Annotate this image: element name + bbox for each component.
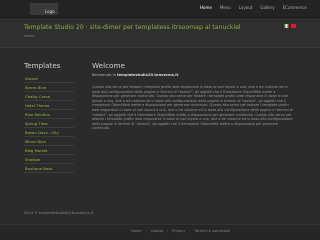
main-nav: Home Menu Layout Gallery ECommerce (199, 4, 308, 11)
sidebar-item-mirror-blue[interactable]: Mirror Blue (24, 137, 74, 146)
top-bar: Logo Home Menu Layout Gallery ECommerce (0, 0, 320, 18)
language-switcher (284, 24, 296, 28)
sidebar-item-chalky-crave[interactable]: Chalky Crave (24, 92, 74, 101)
sidebar-item-aurora[interactable]: Aurora (24, 74, 74, 83)
footer-link-cookie[interactable]: Cookie (151, 229, 163, 233)
welcome-suffix: . (178, 73, 180, 77)
nav-home[interactable]: Home (199, 4, 213, 11)
nav-menu[interactable]: Menu (219, 4, 232, 11)
english-flag-icon[interactable] (291, 24, 296, 28)
italian-flag-icon[interactable] (284, 24, 289, 28)
sidebar-item-bones-blue[interactable]: Bones Blue (24, 83, 74, 92)
footer-separator: | (189, 229, 191, 233)
sidebar-item-brown-days-city[interactable]: Brown Days - City (24, 128, 74, 137)
sidebar-item-spring-time[interactable]: Spring Time (24, 119, 74, 128)
sidebar-item-blue-solution[interactable]: Blue Solution (24, 110, 74, 119)
nav-gallery[interactable]: Gallery (259, 4, 275, 11)
nav-ecommerce[interactable]: ECommerce (282, 4, 308, 11)
footer-separator: | (145, 229, 147, 233)
main-title: Welcome (92, 61, 125, 70)
sidebar-item-hotel-theme[interactable]: Hotel Theme (24, 101, 74, 110)
footer-link-terms[interactable]: Termini e condizioni (195, 229, 231, 233)
footer-links: Home | Cookie | Privacy | Termini e cond… (131, 229, 230, 233)
footer-copyright: 2014 © templatestudio20.bravecms.it (24, 211, 94, 215)
subheader (0, 18, 320, 48)
sidebar-item-shadow[interactable]: Shadow (24, 155, 74, 164)
main-body-text: Questo sito serve per testare i template… (92, 85, 293, 131)
breadcrumb[interactable]: Home (24, 34, 35, 38)
site-title: Template Studio 20 · site-dimer per temp… (24, 24, 241, 31)
footer-separator: | (167, 229, 169, 233)
sidebar-list: Aurora Bones Blue Chalky Crave Hotel The… (24, 74, 74, 173)
welcome-line: Benvenuto in templatestudio20.bravecms.i… (92, 73, 179, 77)
welcome-site-name: templatestudio20.bravecms.it (117, 73, 179, 77)
sidebar-item-boutique-base[interactable]: Boutique Base (24, 164, 74, 173)
sidebar-title: Templates (24, 61, 61, 70)
welcome-prefix: Benvenuto in (92, 73, 118, 77)
logo-text: Logo (45, 9, 55, 14)
nav-layout[interactable]: Layout (238, 4, 254, 11)
sidebar-item-blog-market[interactable]: Blog Market (24, 146, 74, 155)
footer-link-privacy[interactable]: Privacy (172, 229, 185, 233)
footer-link-home[interactable]: Home (131, 229, 142, 233)
